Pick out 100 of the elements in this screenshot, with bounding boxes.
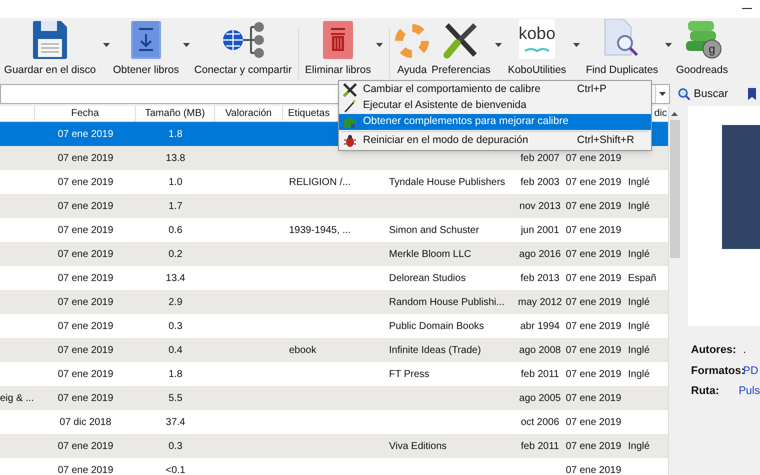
table-cell: 07 ene 2019 xyxy=(566,392,622,404)
table-cell: 07 ene 2019 xyxy=(58,392,114,404)
menu-item[interactable]: Obtener complementos para mejorar calibre xyxy=(339,114,651,130)
toolbar-button[interactable]: g Goodreads xyxy=(674,19,730,79)
table-cell: Merkle Bloom LLC xyxy=(389,248,472,260)
table-cell: 13.4 xyxy=(166,272,186,284)
table-cell: feb 2013 xyxy=(520,272,560,284)
caret-icon xyxy=(572,42,580,46)
table-cell: feb 2007 xyxy=(520,152,560,164)
toolbar-button[interactable]: Conectar y compartir xyxy=(192,21,294,79)
table-cell: 1.8 xyxy=(168,128,182,140)
table-cell: 07 ene 2019 xyxy=(58,368,114,380)
table-cell: 07 ene 2019 xyxy=(566,224,622,236)
search-icon xyxy=(678,88,690,100)
table-cell: 07 ene 2019 xyxy=(566,464,622,475)
puzzle-piece-icon xyxy=(343,115,357,129)
table-cell: 37.4 xyxy=(166,416,186,428)
field-label: Formatos: xyxy=(691,364,743,378)
table-cell: 07 ene 2019 xyxy=(58,464,114,475)
table-cell: 0.3 xyxy=(168,320,182,332)
table-cell: ago 2005 xyxy=(519,392,561,404)
table-cell: Españ xyxy=(628,272,656,284)
table-cell: 1.0 xyxy=(168,176,182,188)
table-cell: 0.2 xyxy=(168,248,182,260)
toolbar-button[interactable]: Find Duplicates xyxy=(582,19,662,79)
scrollbar-thumb[interactable] xyxy=(670,120,680,258)
network-globe-icon xyxy=(221,21,265,60)
table-cell: may 2012 xyxy=(518,296,562,308)
column-header[interactable]: Fecha xyxy=(35,106,136,121)
table-cell: 07 ene 2019 xyxy=(58,152,114,164)
tools-icon xyxy=(443,21,479,60)
search-button[interactable]: Buscar xyxy=(674,86,732,102)
column-header[interactable]: Valoración xyxy=(215,106,283,121)
caret-icon xyxy=(494,42,502,46)
tools-icon xyxy=(343,83,357,97)
table-cell: 0.4 xyxy=(168,344,182,356)
table-cell: 07 ene 2019 xyxy=(58,344,114,356)
table-cell: ago 2008 xyxy=(519,344,561,356)
toolbar-button[interactable]: Guardar en el disco xyxy=(0,21,100,79)
table-cell: Inglé xyxy=(628,320,650,332)
field-label: Autores: xyxy=(691,343,738,358)
field-value: . xyxy=(743,343,746,358)
table-cell: Tyndale House Publishers xyxy=(389,176,506,188)
book-logo-icon: kobo xyxy=(519,19,555,60)
link[interactable]: Puls xyxy=(738,383,760,400)
table-cell: 07 ene 2019 xyxy=(566,176,622,188)
menu-item[interactable]: Cambiar el comportamiento de calibre Ctrl+P xyxy=(339,82,651,98)
table-cell: 07 ene 2019 xyxy=(58,176,114,188)
table-cell: Inglé xyxy=(628,200,650,212)
magic-wand-icon xyxy=(343,99,357,113)
book-download-icon xyxy=(131,21,161,60)
table-cell: 0.6 xyxy=(168,224,182,236)
caret-icon xyxy=(376,42,382,46)
trash-book-icon xyxy=(323,21,353,60)
table-cell: 07 ene 2019 xyxy=(566,440,622,452)
table-cell: <0.1 xyxy=(166,464,186,475)
toolbar-button[interactable]: Preferencias xyxy=(430,21,492,79)
table-cell: Random House Publishi... xyxy=(389,296,505,308)
minimize-icon[interactable] xyxy=(742,8,752,10)
table-cell: Inglé xyxy=(628,296,650,308)
table-cell: Inglé xyxy=(628,368,650,380)
table-cell: 07 ene 2019 xyxy=(566,296,622,308)
table-cell: abr 1994 xyxy=(520,320,560,332)
table-cell: 13.8 xyxy=(166,152,186,164)
table-cell: 5.5 xyxy=(168,392,182,404)
scroll-up-icon[interactable] xyxy=(671,112,678,116)
table-cell: 07 ene 2019 xyxy=(566,152,622,164)
table-cell: oct 2006 xyxy=(520,416,560,428)
caret-icon xyxy=(658,92,666,96)
table-cell: FT Press xyxy=(389,368,430,380)
menu-item[interactable]: Reiniciar en el modo de depuración Ctrl+Shift+R xyxy=(339,133,651,149)
table-cell: 07 ene 2019 xyxy=(58,128,114,140)
bug-icon xyxy=(343,134,357,148)
table-cell: 07 ene 2019 xyxy=(58,296,114,308)
toolbar-button[interactable]: Eliminar libros xyxy=(303,21,373,79)
table-cell: Inglé xyxy=(628,248,650,260)
table-cell: 1939-1945, ... xyxy=(289,224,351,236)
toolbar-button[interactable]: Obtener libros xyxy=(112,21,180,79)
table-cell: Public Domain Books xyxy=(389,320,484,332)
table-cell: feb 2003 xyxy=(520,176,560,188)
table-cell: feb 2011 xyxy=(520,440,560,452)
toolbar-button[interactable]: Ayuda xyxy=(394,23,430,79)
table-cell: 07 ene 2019 xyxy=(58,272,114,284)
table-cell: 07 ene 2019 xyxy=(566,344,622,356)
field-label: Ruta: xyxy=(691,384,720,399)
table-cell: 1.7 xyxy=(168,200,182,212)
link[interactable]: PD xyxy=(743,362,758,379)
bookmark-icon[interactable] xyxy=(748,88,756,100)
table-cell: 1.8 xyxy=(168,368,182,380)
table-cell: RELIGION /... xyxy=(289,176,351,188)
table-cell: 07 ene 2019 xyxy=(566,368,622,380)
lifebuoy-icon xyxy=(394,23,430,60)
table-cell: 07 ene 2019 xyxy=(58,200,114,212)
toolbar-button[interactable]: kobo KoboUtilities xyxy=(504,19,570,79)
table-cell: 07 ene 2019 xyxy=(58,440,114,452)
table-cell: feb 2011 xyxy=(520,368,560,380)
column-header[interactable]: Tamaño (MB) xyxy=(136,106,215,121)
table-cell: Delorean Studios xyxy=(389,272,466,284)
table-cell: 07 ene 2019 xyxy=(566,272,622,284)
caret-icon xyxy=(102,42,110,46)
